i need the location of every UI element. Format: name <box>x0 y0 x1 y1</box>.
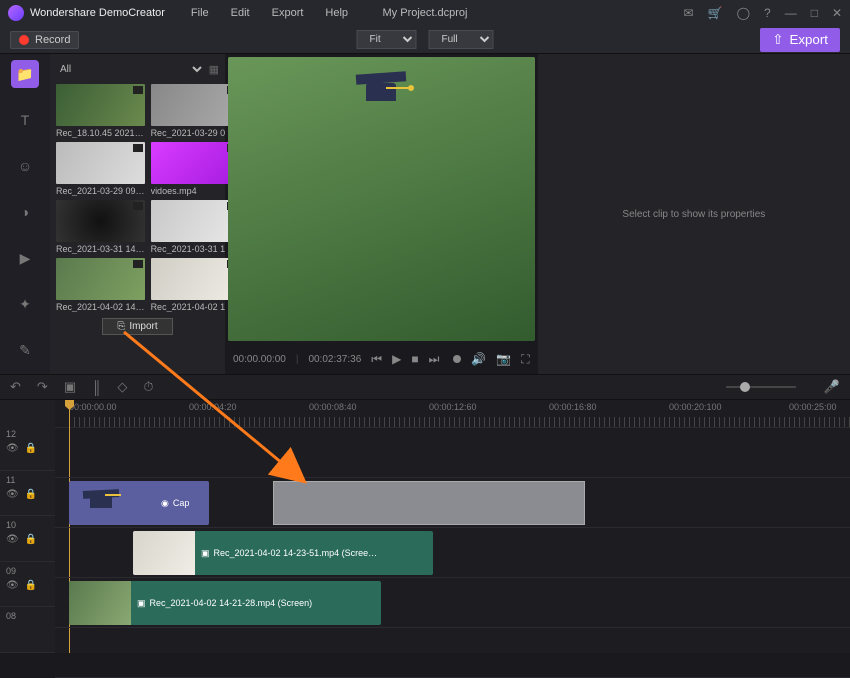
properties-panel: Select clip to show its properties <box>538 54 850 374</box>
fullscreen-icon[interactable]: ⛶ <box>521 352 529 367</box>
track-row[interactable] <box>55 628 850 678</box>
track-row[interactable] <box>55 428 850 478</box>
project-name: My Project.dcproj <box>383 7 468 19</box>
close-icon[interactable]: ✕ <box>832 6 842 20</box>
drop-target[interactable] <box>273 481 585 525</box>
timeline-toolbar: ↶ ↷ ▣ ║ ◇ ⏱ 🎤 <box>0 374 850 400</box>
rail-transitions[interactable]: ◑ <box>11 198 39 226</box>
track-header[interactable]: 12👁🔒 <box>0 425 55 471</box>
record-button-label: Record <box>35 34 70 46</box>
rail-text[interactable]: T <box>11 106 39 134</box>
fit-select[interactable]: Fit <box>357 30 417 49</box>
play-icon[interactable]: ▶ <box>392 352 401 366</box>
zoom-slider[interactable] <box>726 386 796 388</box>
stop-icon[interactable]: ■ <box>411 352 418 366</box>
track-row[interactable]: ▣Rec_2021-04-02 14-21-28.mp4 (Screen) <box>55 578 850 628</box>
import-icon: ⎘ <box>117 321 125 332</box>
track-header[interactable]: 09👁🔒 <box>0 562 55 608</box>
track-row[interactable]: ▣Rec_2021-04-02 14-23-51.mp4 (Scree… <box>55 528 850 578</box>
cap-overlay-graphic <box>356 79 406 117</box>
track-header[interactable]: 08 <box>0 607 55 653</box>
media-item[interactable]: Rec_18.10.45 2021… <box>56 84 145 138</box>
grid-view-icon[interactable]: ▦ <box>209 63 219 76</box>
rail-annotations[interactable]: ✎ <box>11 336 39 364</box>
clip-cap[interactable]: ◉Cap <box>69 481 209 525</box>
menu-bar: File Edit Export Help <box>191 7 348 19</box>
app-name: Wondershare DemoCreator <box>30 7 165 19</box>
media-item[interactable]: Rec_2021-04-02 14… <box>56 258 145 312</box>
crop-icon[interactable]: ▣ <box>64 379 76 395</box>
video-icon: ▣ <box>137 598 146 609</box>
side-rail: 📁 T ☺ ◑ ▶ ✦ ✎ <box>0 54 50 374</box>
track-row[interactable]: ◉Cap <box>55 478 850 528</box>
media-thumbs: Rec_18.10.45 2021… Rec_2021-03-29 09… Re… <box>56 84 219 312</box>
next-icon[interactable]: ⏭ <box>429 352 440 367</box>
menu-file[interactable]: File <box>191 7 209 19</box>
rail-cursor[interactable]: ▶ <box>11 244 39 272</box>
preview-panel: 00:00.00:00 | 00:02:37:36 ⏮ ▶ ■ ⏭ 🔊 📷 ⛶ <box>225 54 538 374</box>
mail-icon[interactable]: ✉ <box>684 6 694 20</box>
rail-media[interactable]: 📁 <box>11 60 39 88</box>
time-current: 00:00.00:00 <box>233 354 286 365</box>
prev-icon[interactable]: ⏮ <box>371 352 382 367</box>
timeline: 12👁🔒 11👁🔒 10👁🔒 09👁🔒 08 00:00:00.00 00:00… <box>0 400 850 653</box>
rail-stickers[interactable]: ☺ <box>11 152 39 180</box>
full-select[interactable]: Full <box>429 30 494 49</box>
time-total: 00:02:37:36 <box>308 354 361 365</box>
user-icon[interactable]: ◯ <box>737 6 750 20</box>
lock-icon[interactable]: 🔒 <box>25 580 37 591</box>
marker-icon[interactable]: ◇ <box>117 379 127 395</box>
volume-icon[interactable]: 🔊 <box>471 352 486 366</box>
clip-video[interactable]: ▣Rec_2021-04-02 14-23-51.mp4 (Scree… <box>133 531 433 575</box>
export-icon: ⇧ <box>772 32 783 48</box>
rail-effects[interactable]: ✦ <box>11 290 39 318</box>
properties-empty-text: Select clip to show its properties <box>622 209 765 220</box>
menu-export[interactable]: Export <box>272 7 304 19</box>
minimize-icon[interactable]: — <box>785 6 797 20</box>
menu-help[interactable]: Help <box>325 7 348 19</box>
media-item[interactable]: Rec_2021-03-29 09… <box>56 142 145 196</box>
undo-icon[interactable]: ↶ <box>10 379 21 395</box>
eye-icon[interactable]: 👁 <box>6 489 19 500</box>
tracks-area[interactable]: 00:00:00.00 00:00:04:20 00:00:08:40 00:0… <box>55 400 850 653</box>
scrub-bead[interactable] <box>453 355 461 363</box>
import-button[interactable]: ⎘ Import <box>102 318 172 335</box>
lock-icon[interactable]: 🔒 <box>25 443 37 454</box>
toolbar: Record Fit Full ⇧ Export <box>0 26 850 54</box>
redo-icon[interactable]: ↷ <box>37 379 48 395</box>
track-header[interactable]: 11👁🔒 <box>0 471 55 517</box>
maximize-icon[interactable]: □ <box>811 6 818 20</box>
eye-icon[interactable]: 👁 <box>6 580 19 591</box>
main-area: 📁 T ☺ ◑ ▶ ✦ ✎ All ▦ Rec_18.10.45 2021… R… <box>0 54 850 374</box>
menu-edit[interactable]: Edit <box>231 7 250 19</box>
clip-type-icon: ◉ <box>161 498 169 509</box>
export-button-label: Export <box>789 32 828 47</box>
import-button-label: Import <box>129 321 157 332</box>
record-dot-icon <box>19 35 29 45</box>
help-icon[interactable]: ? <box>764 6 771 20</box>
playback-bar: 00:00.00:00 | 00:02:37:36 ⏮ ▶ ■ ⏭ 🔊 📷 ⛶ <box>225 344 538 374</box>
eye-icon[interactable]: 👁 <box>6 534 19 545</box>
app-logo <box>8 5 24 21</box>
media-item[interactable]: Rec_2021-03-31 14… <box>56 200 145 254</box>
track-headers: 12👁🔒 11👁🔒 10👁🔒 09👁🔒 08 <box>0 400 55 653</box>
split-icon[interactable]: ║ <box>92 380 101 395</box>
snapshot-icon[interactable]: 📷 <box>496 352 511 366</box>
track-header[interactable]: 10👁🔒 <box>0 516 55 562</box>
mic-icon[interactable]: 🎤 <box>824 379 840 395</box>
cart-icon[interactable]: 🛒 <box>708 6 723 20</box>
media-filter-select[interactable]: All <box>56 63 205 76</box>
lock-icon[interactable]: 🔒 <box>25 489 37 500</box>
titlebar: Wondershare DemoCreator File Edit Export… <box>0 0 850 26</box>
clip-video[interactable]: ▣Rec_2021-04-02 14-21-28.mp4 (Screen) <box>69 581 381 625</box>
lock-icon[interactable]: 🔒 <box>25 534 37 545</box>
export-button[interactable]: ⇧ Export <box>760 28 840 52</box>
time-ruler[interactable]: 00:00:00.00 00:00:04:20 00:00:08:40 00:0… <box>55 400 850 428</box>
eye-icon[interactable]: 👁 <box>6 443 19 454</box>
record-button[interactable]: Record <box>10 31 79 49</box>
media-library: All ▦ Rec_18.10.45 2021… Rec_2021-03-29 … <box>50 54 225 374</box>
video-icon: ▣ <box>201 548 210 559</box>
preview-canvas[interactable] <box>228 57 535 341</box>
speed-icon[interactable]: ⏱ <box>143 379 153 395</box>
